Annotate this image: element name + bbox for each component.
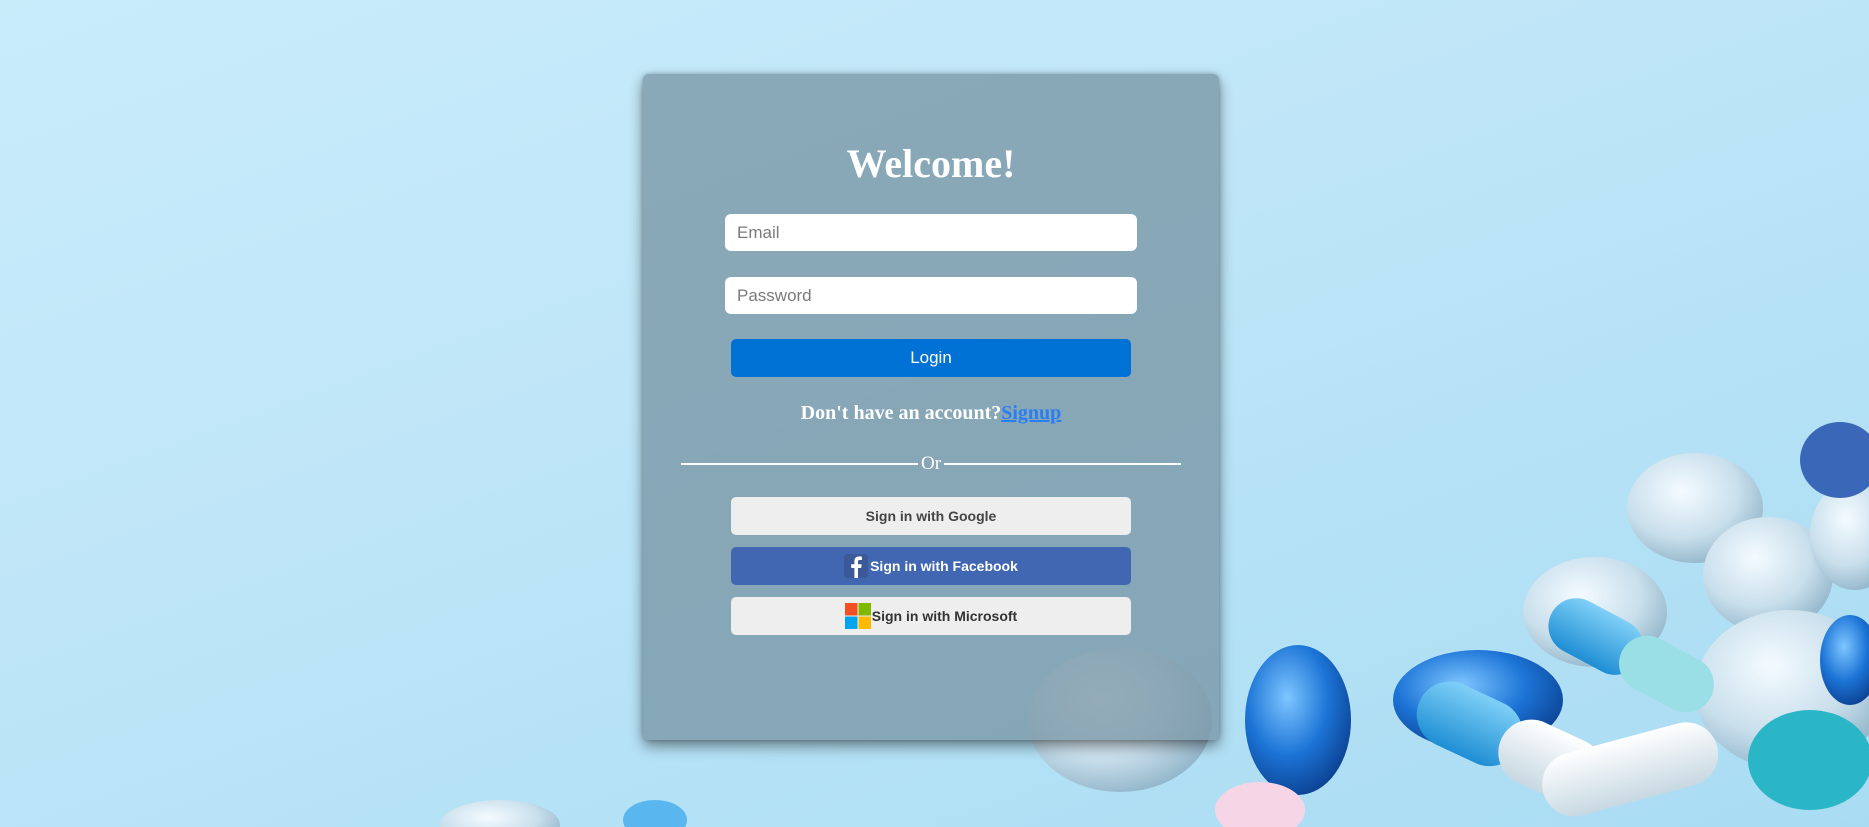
password-input[interactable] (725, 277, 1137, 314)
facebook-signin-label: Sign in with Facebook (870, 558, 1018, 574)
google-signin-button[interactable]: Sign in with Google (731, 497, 1131, 535)
facebook-icon (844, 554, 869, 578)
login-card: Welcome! Login Don't have an account?Sig… (643, 74, 1219, 740)
divider-rule-right (944, 463, 1181, 465)
welcome-title: Welcome! (846, 141, 1016, 186)
microsoft-icon (844, 603, 871, 629)
signup-link[interactable]: Signup (1001, 402, 1061, 424)
email-input[interactable] (725, 214, 1137, 251)
facebook-signin-button[interactable]: Sign in with Facebook (731, 547, 1131, 585)
divider-rule-left (681, 463, 918, 465)
signup-prompt-text: Don't have an account? (800, 402, 1002, 424)
login-button-label: Login (910, 348, 952, 367)
divider-text: Or (920, 453, 942, 474)
google-signin-label: Sign in with Google (865, 508, 997, 524)
login-button[interactable]: Login (731, 339, 1131, 377)
microsoft-signin-label: Sign in with Microsoft (871, 608, 1018, 624)
microsoft-signin-button[interactable]: Sign in with Microsoft (731, 597, 1131, 635)
or-divider: Or (681, 453, 1181, 475)
signup-prompt: Don't have an account?Signup (643, 402, 1219, 425)
